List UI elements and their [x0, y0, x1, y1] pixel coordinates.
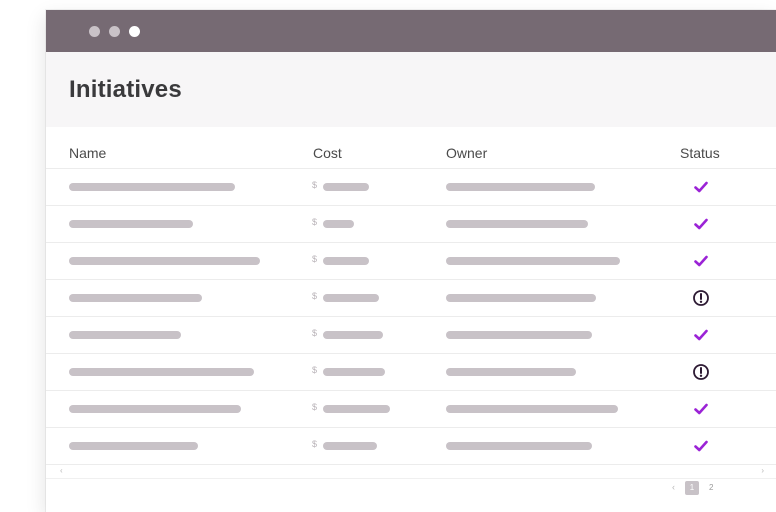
name-placeholder: [69, 294, 202, 302]
name-placeholder: [69, 442, 198, 450]
table-row[interactable]: $: [46, 391, 776, 428]
window-titlebar: [46, 10, 776, 52]
pagination-prev-icon[interactable]: ‹: [672, 482, 675, 492]
table-row[interactable]: $: [46, 428, 776, 465]
column-header-status[interactable]: Status: [680, 145, 720, 161]
table-row[interactable]: $: [46, 317, 776, 354]
check-icon: [692, 437, 710, 455]
column-header-name[interactable]: Name: [69, 145, 106, 161]
currency-symbol: $: [312, 402, 318, 412]
column-header-owner[interactable]: Owner: [446, 145, 487, 161]
cost-placeholder: [323, 220, 354, 228]
cost-placeholder: [323, 405, 390, 413]
owner-placeholder: [446, 405, 618, 413]
initiatives-table: Name Cost Owner Status $ $ $ $ $ $ $ $ ‹ ›: [46, 127, 776, 479]
page-title: Initiatives: [69, 76, 182, 103]
table-row[interactable]: $: [46, 243, 776, 280]
cost-placeholder: [323, 294, 379, 302]
scroll-left-arrow-icon[interactable]: ‹: [60, 466, 63, 475]
currency-symbol: $: [312, 328, 318, 338]
scroll-right-arrow-icon[interactable]: ›: [761, 466, 764, 475]
cost-placeholder: [323, 442, 377, 450]
page-header: Initiatives: [46, 52, 776, 127]
alert-icon: [692, 363, 710, 381]
pagination-page-2[interactable]: 2: [709, 483, 713, 492]
name-placeholder: [69, 368, 254, 376]
owner-placeholder: [446, 442, 592, 450]
currency-symbol: $: [312, 217, 318, 227]
alert-icon: [692, 289, 710, 307]
horizontal-scrollbar[interactable]: ‹ ›: [46, 465, 776, 479]
app-window: Initiatives Name Cost Owner Status $ $ $ $ $…: [46, 10, 776, 512]
check-icon: [692, 215, 710, 233]
table-row[interactable]: $: [46, 206, 776, 243]
table-row[interactable]: $: [46, 354, 776, 391]
currency-symbol: $: [312, 180, 318, 190]
check-icon: [692, 326, 710, 344]
owner-placeholder: [446, 183, 595, 191]
window-control-dot[interactable]: [109, 26, 120, 37]
table-header: Name Cost Owner Status: [46, 127, 776, 169]
name-placeholder: [69, 183, 235, 191]
name-placeholder: [69, 257, 260, 265]
pagination-page-1[interactable]: 1: [685, 481, 699, 495]
column-header-cost[interactable]: Cost: [313, 145, 342, 161]
table-row[interactable]: $: [46, 169, 776, 206]
owner-placeholder: [446, 294, 596, 302]
window-control-dot[interactable]: [89, 26, 100, 37]
owner-placeholder: [446, 368, 576, 376]
currency-symbol: $: [312, 365, 318, 375]
cost-placeholder: [323, 368, 385, 376]
check-icon: [692, 252, 710, 270]
currency-symbol: $: [312, 439, 318, 449]
cost-placeholder: [323, 183, 369, 191]
cost-placeholder: [323, 331, 383, 339]
currency-symbol: $: [312, 254, 318, 264]
check-icon: [692, 178, 710, 196]
name-placeholder: [69, 220, 193, 228]
owner-placeholder: [446, 220, 588, 228]
owner-placeholder: [446, 257, 620, 265]
window-control-dot[interactable]: [129, 26, 140, 37]
table-row[interactable]: $: [46, 280, 776, 317]
table-body: $ $ $ $ $ $ $ $: [46, 169, 776, 465]
currency-symbol: $: [312, 291, 318, 301]
cost-placeholder: [323, 257, 369, 265]
check-icon: [692, 400, 710, 418]
owner-placeholder: [446, 331, 592, 339]
name-placeholder: [69, 331, 181, 339]
name-placeholder: [69, 405, 241, 413]
